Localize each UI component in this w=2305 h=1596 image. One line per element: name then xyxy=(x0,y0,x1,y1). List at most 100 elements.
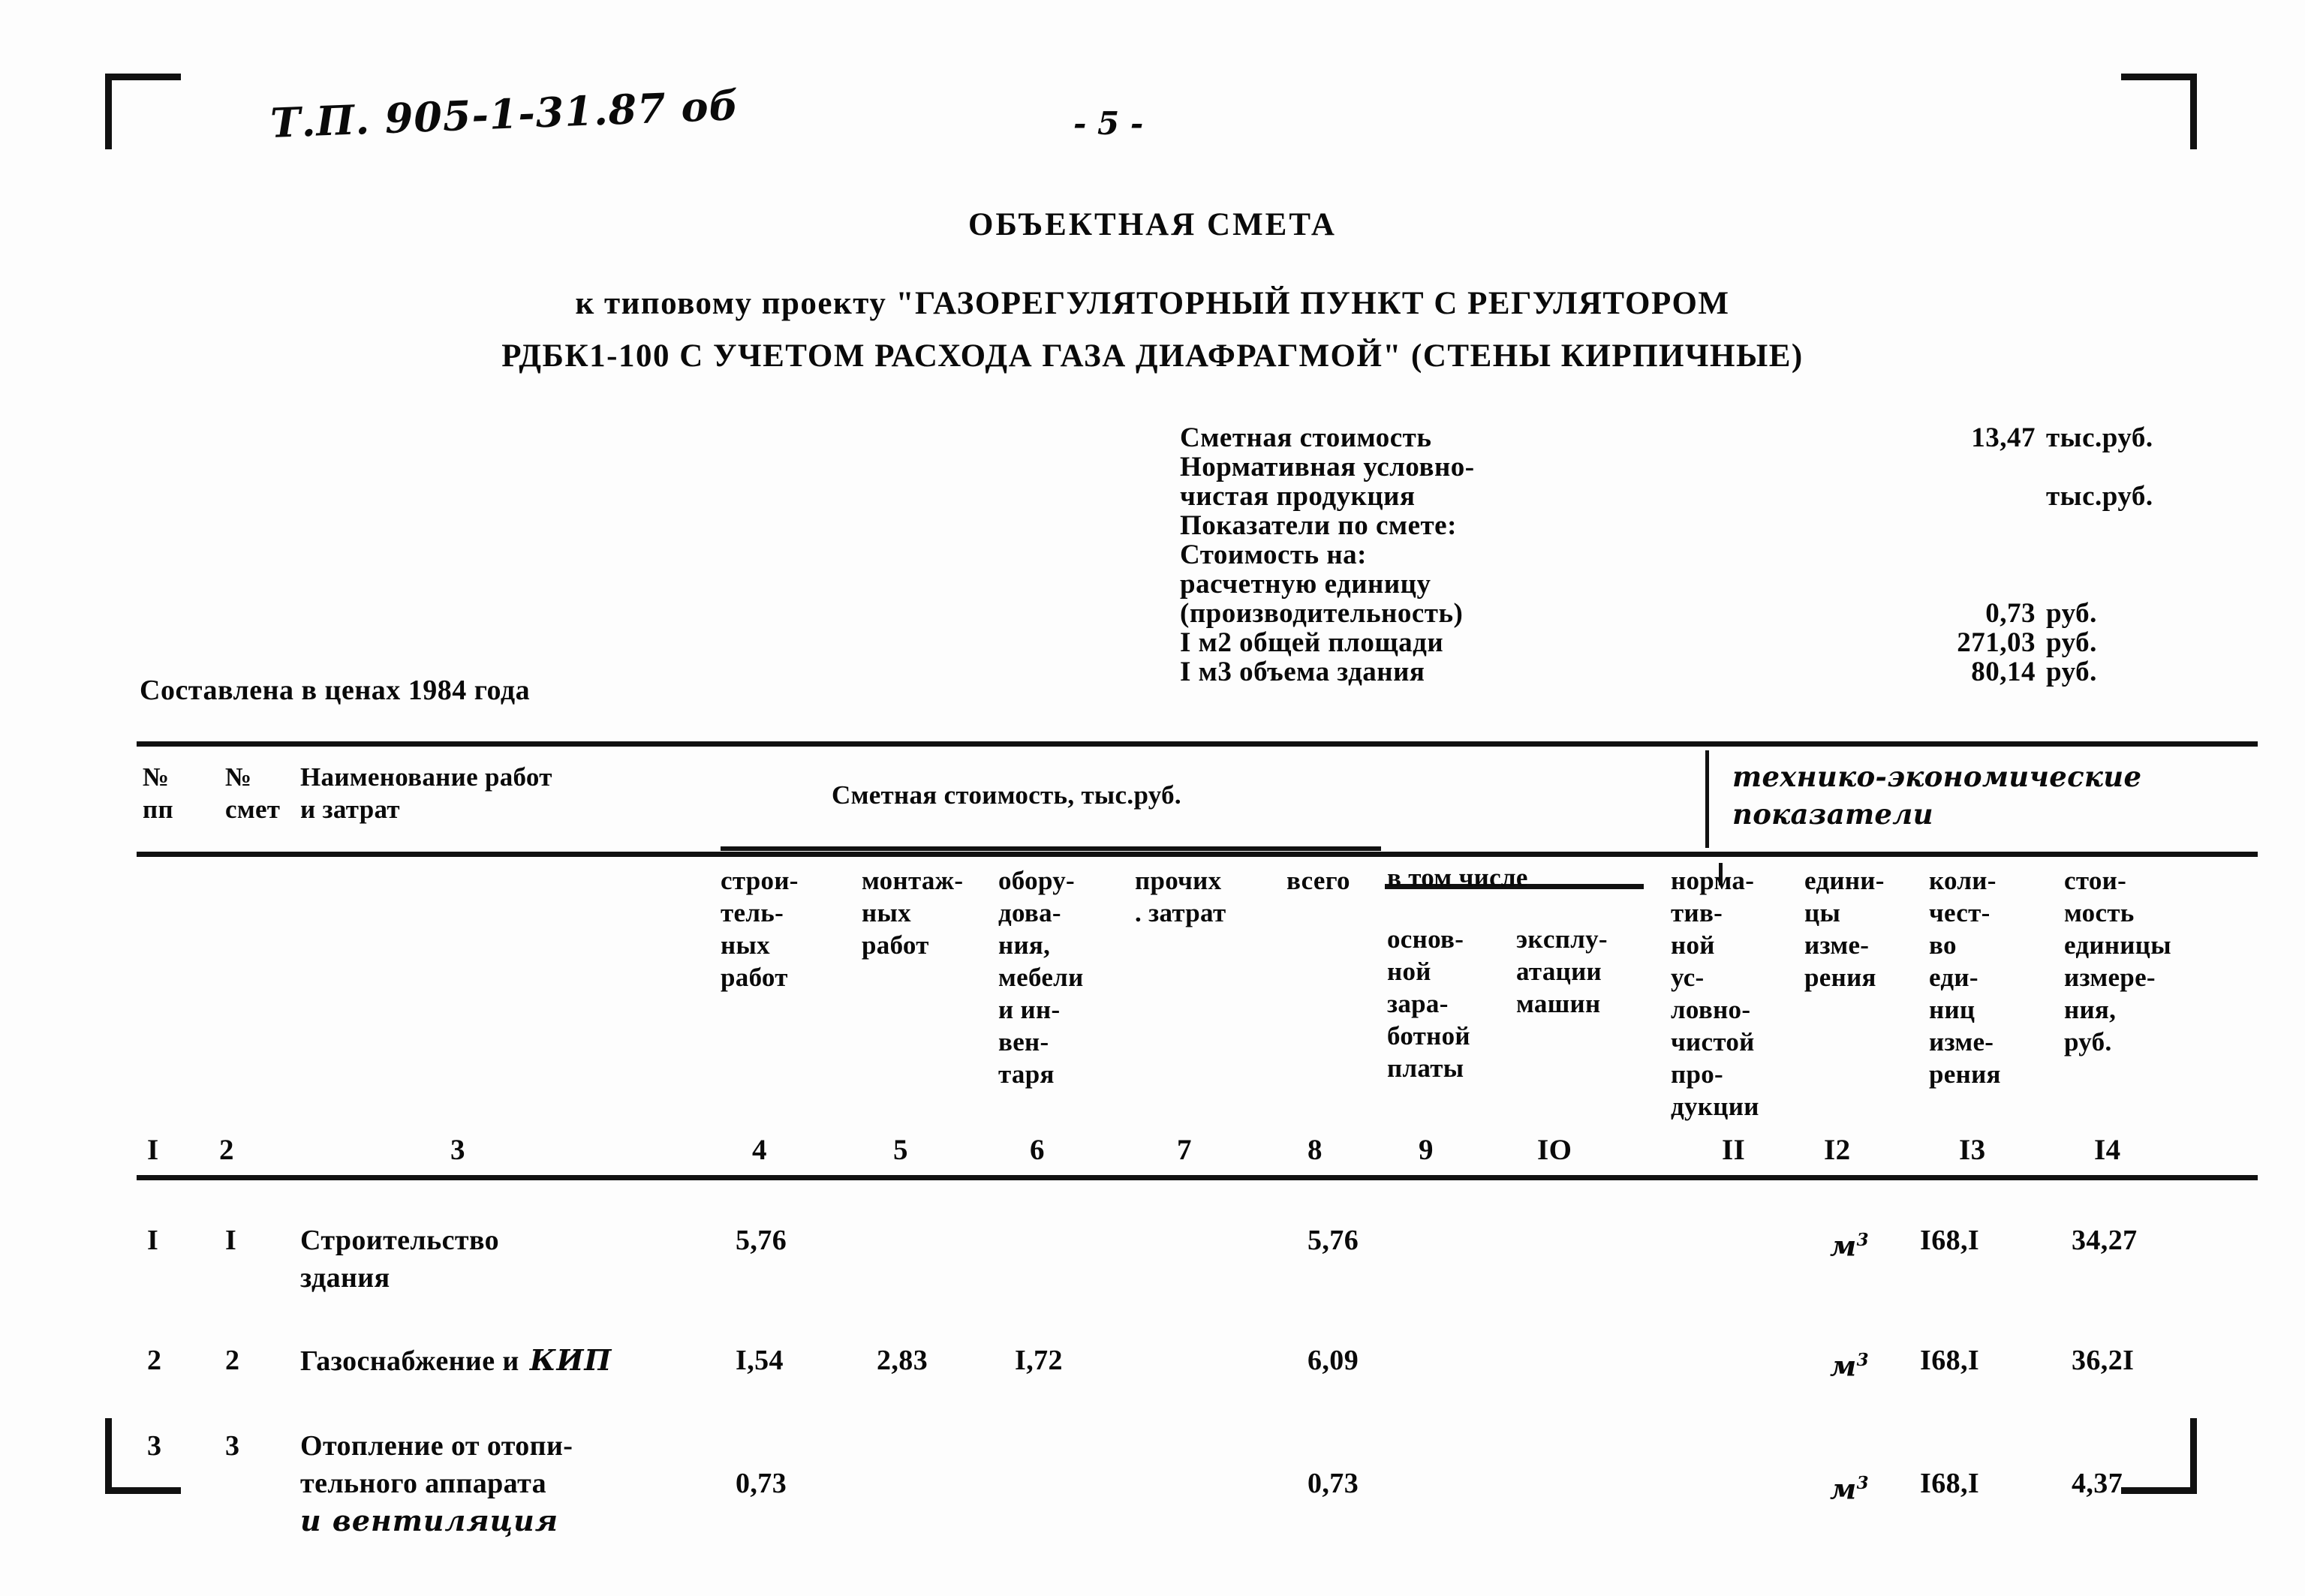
column-number: 3 xyxy=(450,1134,465,1166)
summary-label: Сметная стоимость xyxy=(1180,422,1432,453)
table-header-smeta-group: Сметная стоимость, тыс.руб. xyxy=(832,780,1181,810)
cell-col4: 5,76 xyxy=(736,1225,787,1256)
cell-nsmet: 2 xyxy=(225,1345,240,1376)
table-header-nsmet: № смет xyxy=(225,762,281,824)
summary-row: I м2 общей площади 271,03 руб. xyxy=(1180,627,2246,658)
summary-unit: руб. xyxy=(2046,598,2097,629)
corner-bracket-bottom-right xyxy=(2121,1418,2197,1494)
corner-bracket-top-left xyxy=(105,74,181,149)
cell-col14: 36,2I xyxy=(2072,1345,2135,1376)
summary-value: 13,47 xyxy=(1971,422,2036,453)
summary-label: I м2 общей площади xyxy=(1180,627,1444,658)
column-number: I xyxy=(147,1134,159,1166)
table-rule-above-body xyxy=(137,1175,2258,1180)
table-header-col5: монтаж- ных работ xyxy=(862,866,964,960)
unit-exponent: 3 xyxy=(1856,1230,1869,1250)
column-number: 4 xyxy=(752,1134,767,1166)
summary-row: расчетную единицу xyxy=(1180,568,2246,600)
cell-col13: I68,I xyxy=(1920,1468,1980,1499)
summary-label: Показатели по смете: xyxy=(1180,510,1457,541)
summary-label: Стоимость на: xyxy=(1180,540,1368,570)
cell-col14: 4,37 xyxy=(2072,1468,2123,1499)
table-header-col14: стои- мость единицы измере- ния, руб. xyxy=(2064,866,2171,1056)
summary-unit: тыс.руб. xyxy=(2046,481,2153,512)
cell-work-name: Газоснабжение и КИП xyxy=(300,1343,612,1377)
summary-row: (производительность) 0,73 руб. xyxy=(1180,597,2246,629)
column-number: 8 xyxy=(1307,1134,1323,1166)
cell-col4: I,54 xyxy=(736,1345,784,1376)
column-number: II xyxy=(1722,1134,1746,1166)
table-header-npp: № пп xyxy=(143,762,173,824)
cell-col13: I68,I xyxy=(1920,1345,1980,1376)
unit-exponent: 3 xyxy=(1856,1350,1869,1370)
cell-npp: 2 xyxy=(147,1345,162,1376)
summary-row: Сметная стоимость 13,47 тыс.руб. xyxy=(1180,422,2246,453)
summary-label: (производительность) xyxy=(1180,598,1464,629)
vertical-separator-teh-top xyxy=(1705,750,1709,848)
prices-year-note: Составлена в ценах 1984 года xyxy=(140,675,531,706)
handwritten-annotation: и вентиляция xyxy=(300,1504,558,1537)
summary-value: 0,73 xyxy=(1985,598,2036,629)
summary-label: чистая продукция xyxy=(1180,481,1416,512)
cell-work-name: Строительство здания xyxy=(300,1225,500,1294)
page-number: - 5 - xyxy=(1073,105,1144,142)
column-number: 2 xyxy=(219,1134,234,1166)
page-title: ОБЪЕКТНАЯ СМЕТА xyxy=(968,207,1337,242)
document-code-annotation: Т.П. 905-1-31.87 об xyxy=(269,81,740,147)
table-header-col8: всего xyxy=(1286,866,1350,895)
summary-label: расчетную единицу xyxy=(1180,569,1431,600)
summary-row: Показатели по смете: xyxy=(1180,509,2246,541)
column-number: 5 xyxy=(893,1134,908,1166)
cell-unit-of-measure: м3 xyxy=(1830,1472,1869,1506)
cell-col8: 6,09 xyxy=(1307,1345,1359,1376)
cell-col13: I68,I xyxy=(1920,1225,1980,1256)
cost-summary-block: Сметная стоимость 13,47 тыс.руб. Нормати… xyxy=(1180,422,2246,687)
cell-col4: 0,73 xyxy=(736,1468,787,1499)
summary-label: I м3 объема здания xyxy=(1180,657,1425,687)
table-header-col12: едини- цы изме- рения xyxy=(1804,866,1885,992)
table-header-col6: обору- дова- ния, мебели и ин- вен- таря xyxy=(998,866,1084,1089)
cell-col6: I,72 xyxy=(1015,1345,1063,1376)
column-number: I4 xyxy=(2094,1134,2121,1166)
cell-nsmet: 3 xyxy=(225,1430,240,1462)
cell-col5: 2,83 xyxy=(877,1345,928,1376)
cell-npp: I xyxy=(147,1225,159,1256)
summary-unit: тыс.руб. xyxy=(2046,422,2153,453)
table-header-col10: экcплу- атации машин xyxy=(1516,924,1608,1018)
subtitle-line-1: к типовому проекту "ГАЗОРЕГУЛЯТОРНЫЙ ПУН… xyxy=(575,286,1730,321)
subtitle-line-2: РДБК1-100 С УЧЕТОМ РАСХОДА ГАЗА ДИАФРАГМ… xyxy=(501,338,1804,374)
table-rule-top xyxy=(137,741,2258,747)
table-header-col4: строи- тель- ных работ xyxy=(721,866,799,992)
summary-unit: руб. xyxy=(2046,657,2097,687)
cell-col8: 0,73 xyxy=(1307,1468,1359,1499)
table-header-teh-group: технико-экономические показатели xyxy=(1732,760,2142,831)
table-header-col13: коли- чест- во еди- ниц изме- рения xyxy=(1929,866,2001,1089)
cell-col8: 5,76 xyxy=(1307,1225,1359,1256)
table-header-v-tom-chisle: в том числе xyxy=(1387,863,1528,892)
unit-exponent: 3 xyxy=(1856,1473,1869,1493)
corner-bracket-top-right xyxy=(2121,74,2197,149)
column-number: 6 xyxy=(1030,1134,1045,1166)
column-number: 7 xyxy=(1177,1134,1192,1166)
summary-row: чистая продукция тыс.руб. xyxy=(1180,480,2246,512)
table-header-col9: основ- ной зара- ботной платы xyxy=(1387,924,1470,1083)
cell-unit-of-measure: м3 xyxy=(1830,1229,1869,1263)
summary-row: Нормативная условно- xyxy=(1180,451,2246,482)
summary-row: Стоимость на: xyxy=(1180,539,2246,570)
summary-value: 80,14 xyxy=(1971,657,2036,687)
summary-value: 271,03 xyxy=(1957,627,2036,658)
cell-col14: 34,27 xyxy=(2072,1225,2138,1256)
handwritten-annotation: КИП xyxy=(519,1343,612,1377)
summary-label: Нормативная условно- xyxy=(1180,452,1475,482)
table-header-col11: норма- тив- ной ус- ловно- чистой про- д… xyxy=(1671,866,1759,1121)
cell-nsmet: I xyxy=(225,1225,237,1256)
cell-work-name: Отопление от отопи- тельного аппарата и … xyxy=(300,1430,573,1537)
table-header-col7: прочих . затрат xyxy=(1135,866,1226,927)
underline-smeta-group xyxy=(721,846,1381,851)
cell-npp: 3 xyxy=(147,1430,162,1462)
summary-unit: руб. xyxy=(2046,627,2097,658)
column-number: I2 xyxy=(1824,1134,1851,1166)
summary-row: I м3 объема здания 80,14 руб. xyxy=(1180,656,2246,687)
corner-bracket-bottom-left xyxy=(105,1418,181,1494)
cell-unit-of-measure: м3 xyxy=(1830,1349,1869,1383)
